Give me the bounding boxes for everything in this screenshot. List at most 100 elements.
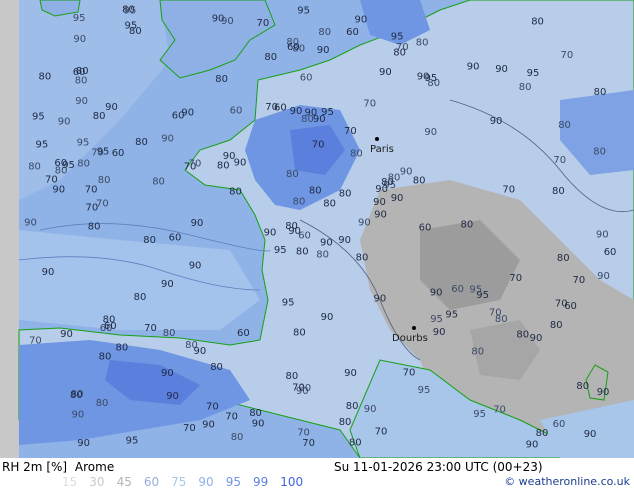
- contour-label: 80: [293, 196, 306, 207]
- contour-label: 80: [388, 172, 401, 183]
- contour-label: 80: [531, 17, 544, 28]
- contour-label: 80: [143, 235, 156, 246]
- contour-label: 80: [285, 221, 298, 232]
- contour-label: 90: [338, 235, 351, 246]
- contour-label: 95: [282, 298, 295, 309]
- contour-label: 80: [393, 48, 406, 59]
- contour-label: 90: [24, 217, 37, 228]
- contour-label: 95: [36, 140, 49, 151]
- contour-label: 80: [185, 340, 198, 351]
- contour-label: 80: [558, 120, 571, 131]
- contour-label: 80: [557, 253, 570, 264]
- contour-label: 90: [75, 96, 88, 107]
- contour-label: 80: [103, 315, 116, 326]
- contour-label: 80: [471, 347, 484, 358]
- contour-label: 95: [527, 68, 540, 79]
- contour-label: 90: [264, 227, 277, 238]
- legend-value: 30: [89, 475, 105, 489]
- contour-label: 90: [467, 62, 480, 73]
- contour-label: 80: [286, 371, 299, 382]
- contour-label: 80: [96, 398, 109, 409]
- contour-label: 80: [339, 417, 352, 428]
- contour-label: 90: [374, 210, 387, 221]
- contour-label: 80: [134, 292, 147, 303]
- contour-label: 80: [152, 176, 165, 187]
- contour-label: 80: [217, 161, 230, 172]
- contour-label: 60: [274, 103, 287, 114]
- contour-label: 90: [490, 116, 503, 127]
- contour-label: 80: [316, 250, 329, 261]
- contour-label: 80: [416, 38, 429, 49]
- contour-label: 95: [418, 385, 431, 396]
- contour-label: 90: [42, 267, 55, 278]
- contour-label: 80: [339, 189, 352, 200]
- contour-label: 70: [489, 308, 502, 319]
- contour-label: 90: [424, 127, 437, 138]
- contour-label: 90: [530, 333, 543, 344]
- contour-label: 80: [593, 146, 606, 157]
- contour-label: 95: [32, 112, 45, 123]
- contour-label: 80: [350, 149, 363, 160]
- contour-label: 90: [161, 279, 174, 290]
- contour-label: 70: [573, 275, 586, 286]
- paris-label: Paris: [370, 144, 394, 155]
- contour-label: 70: [375, 427, 388, 438]
- contour-label: 70: [257, 18, 270, 29]
- contour-label: 80: [163, 328, 176, 339]
- contour-label: 90: [221, 16, 234, 27]
- contour-label: 80: [576, 381, 589, 392]
- contour-label: 70: [183, 423, 196, 434]
- variable-name: RH 2m [%]: [2, 460, 68, 474]
- contour-label: 60: [346, 27, 359, 38]
- contour-label: 95: [77, 138, 90, 149]
- contour-label: 70: [302, 438, 315, 449]
- contour-label: 90: [60, 329, 73, 340]
- contour-label: 70: [561, 50, 574, 61]
- legend-value: 90: [198, 475, 214, 489]
- contour-label: 90: [364, 404, 377, 415]
- legend-value: 99: [252, 475, 269, 489]
- contour-label: 70: [509, 273, 522, 284]
- contour-label: 90: [391, 193, 404, 204]
- contour-label: 60: [419, 223, 432, 234]
- contour-label: 95: [125, 20, 138, 31]
- contour-label: 90: [223, 151, 236, 162]
- dourbs-marker: [412, 326, 416, 330]
- contour-label: 90: [321, 312, 334, 323]
- contour-label: 90: [77, 438, 90, 449]
- contour-label: 90: [355, 15, 368, 26]
- contour-label: 60: [73, 67, 86, 78]
- contour-label: 60: [300, 73, 313, 84]
- contour-label: 80: [286, 169, 299, 180]
- contour-label: 95: [469, 284, 482, 295]
- contour-label: 60: [112, 148, 125, 159]
- model-name: Arome: [74, 460, 115, 474]
- legend-value: 15: [62, 475, 78, 489]
- contour-label: 70: [45, 174, 58, 185]
- contour-label: 60: [604, 247, 617, 258]
- contour-label: 80: [293, 328, 306, 339]
- contour-label: 90: [526, 440, 539, 451]
- contour-label: 95: [73, 13, 86, 24]
- contour-label: 80: [249, 408, 262, 419]
- contour-label: 80: [550, 320, 563, 331]
- contour-label: 80: [516, 330, 529, 341]
- contour-label: 90: [597, 271, 610, 282]
- contour-label: 80: [77, 159, 90, 170]
- contour-label: 90: [374, 294, 387, 305]
- contour-label: 95: [297, 6, 310, 17]
- copyright-text: © weatheronline.co.uk: [504, 475, 630, 488]
- contour-label: 90: [379, 67, 392, 78]
- contour-label: 80: [296, 246, 309, 257]
- variable-title: RH 2m [%] Arome: [2, 460, 114, 474]
- contour-label: 80: [309, 186, 322, 197]
- contour-label: 90: [344, 368, 357, 379]
- contour-label: 90: [313, 114, 326, 125]
- contour-label: 90: [166, 391, 179, 402]
- contour-label: 90: [161, 368, 174, 379]
- contour-label: 70: [493, 405, 506, 416]
- contour-label: 80: [594, 87, 607, 98]
- map-canvas: Paris Dourbs 808090809090809595908090708…: [0, 0, 634, 458]
- contour-label: 90: [189, 260, 202, 271]
- contour-label: 60: [451, 284, 464, 295]
